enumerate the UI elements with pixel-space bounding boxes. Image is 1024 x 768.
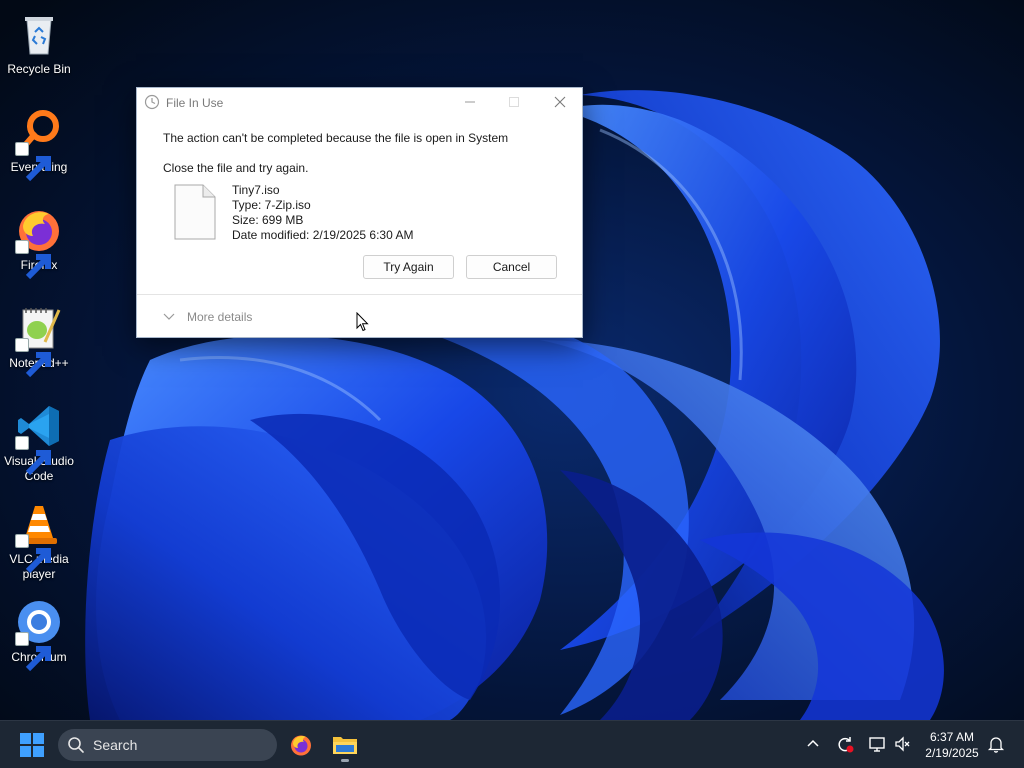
recycle-bin-icon: [15, 10, 63, 58]
network-status-button[interactable]: [867, 734, 887, 754]
mouse-cursor-icon: [356, 312, 369, 332]
chromium-icon: [15, 598, 63, 672]
chevron-up-icon: [807, 739, 819, 747]
minimize-button[interactable]: [448, 88, 492, 116]
more-details-label: More details: [187, 310, 253, 324]
file-in-use-dialog: File In Use The action can't be complete…: [136, 87, 583, 338]
taskbar-file-explorer-button[interactable]: [328, 727, 362, 763]
volume-muted-icon: [895, 736, 910, 752]
search-placeholder: Search: [93, 737, 138, 753]
shortcut-arrow-icon: [15, 632, 51, 672]
minimize-icon: [465, 101, 475, 103]
vlc-icon: [15, 500, 63, 574]
clock-date: 2/19/2025: [925, 746, 979, 760]
desktop-icon-vscode[interactable]: Visual Studio Code: [2, 396, 76, 483]
file-explorer-icon: [333, 737, 357, 754]
desktop-icon-everything[interactable]: Everything: [2, 102, 76, 188]
desktop-icon-chromium[interactable]: Chromium: [2, 592, 76, 678]
cancel-button[interactable]: Cancel: [466, 255, 557, 279]
clock-time: 6:37 AM: [929, 730, 975, 744]
dialog-title: File In Use: [166, 96, 224, 110]
shortcut-arrow-icon: [15, 240, 51, 280]
dialog-message: The action can't be completed because th…: [163, 131, 509, 145]
desktop-icon-recycle-bin[interactable]: Recycle Bin: [2, 4, 76, 90]
more-details-toggle[interactable]: More details: [163, 310, 252, 324]
try-again-button[interactable]: Try Again: [363, 255, 454, 279]
close-icon: [554, 96, 566, 108]
taskbar-search-box[interactable]: Search: [58, 729, 277, 761]
file-name: Tiny7.iso: [232, 183, 280, 197]
file-info: Tiny7.iso Type: 7-Zip.iso Size: 699 MB D…: [232, 183, 413, 243]
show-hidden-icons-button[interactable]: [803, 734, 823, 754]
shortcut-arrow-icon: [15, 436, 51, 476]
notifications-button[interactable]: [986, 734, 1006, 754]
firefox-icon: [291, 735, 311, 756]
everything-search-icon: [15, 108, 63, 182]
desktop-icon-notepad-plus-plus[interactable]: Notepad++: [2, 298, 76, 384]
vscode-icon: [15, 402, 63, 476]
taskbar-clock[interactable]: 6:37 AM 2/19/2025: [916, 729, 988, 761]
file-size: Size: 699 MB: [232, 213, 304, 227]
file-date-modified: Date modified: 2/19/2025 6:30 AM: [232, 228, 414, 242]
shortcut-arrow-icon: [15, 142, 51, 182]
shortcut-arrow-icon: [15, 338, 51, 378]
clock-icon: [144, 94, 160, 110]
file-icon: [174, 184, 216, 240]
running-indicator: [341, 759, 349, 762]
dialog-titlebar[interactable]: File In Use: [137, 88, 582, 116]
firefox-icon: [15, 206, 63, 280]
bell-icon: [987, 737, 1005, 753]
network-icon: [869, 737, 885, 752]
desktop-icon-label: Recycle Bin: [7, 62, 71, 76]
volume-button[interactable]: [893, 734, 913, 754]
sync-icon: [838, 737, 854, 753]
start-button[interactable]: [14, 728, 50, 762]
notepad-plus-plus-icon: [15, 304, 63, 378]
file-type: Type: 7-Zip.iso: [232, 198, 311, 212]
shortcut-arrow-icon: [15, 534, 51, 574]
desktop-icon-firefox[interactable]: Firefox: [2, 200, 76, 286]
windows-logo-icon: [20, 733, 44, 757]
search-icon: [68, 737, 84, 753]
dialog-instruction: Close the file and try again.: [163, 161, 309, 175]
maximize-icon: [509, 97, 519, 107]
close-button[interactable]: [538, 88, 582, 116]
taskbar: Search 6:37 AM 2/19/2025: [0, 720, 1024, 768]
dialog-divider: [137, 294, 582, 295]
maximize-button: [492, 88, 536, 116]
sync-status-button[interactable]: [835, 734, 855, 754]
taskbar-firefox-button[interactable]: [284, 727, 318, 763]
chevron-down-icon: [163, 313, 175, 320]
desktop-icon-vlc[interactable]: VLC media player: [2, 494, 76, 581]
